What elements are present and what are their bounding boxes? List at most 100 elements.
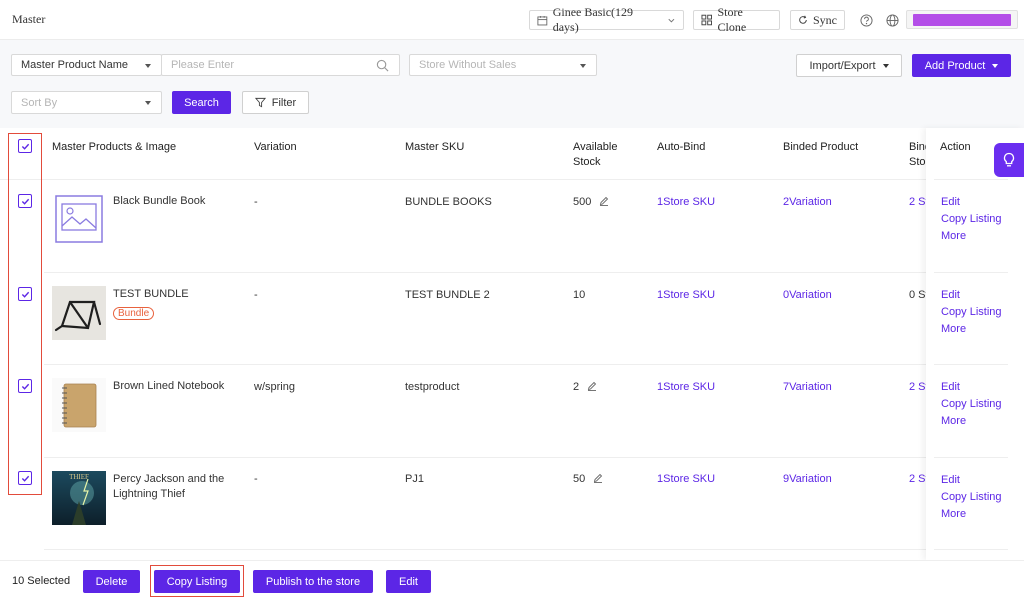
stock-value: 500 (573, 196, 592, 208)
plan-label: Ginee Basic(129 days) (552, 5, 634, 34)
bulk-delete-button[interactable]: Delete (83, 570, 140, 593)
product-image-bike-frame[interactable] (52, 286, 106, 340)
language-globe-icon[interactable] (884, 12, 900, 28)
product-image-notebook[interactable] (52, 378, 106, 432)
add-product-label: Add Product (924, 59, 986, 72)
publish-to-store-label: Publish to the store (265, 575, 361, 588)
product-name: Brown Lined Notebook (113, 380, 225, 392)
col-header-autobind: Auto-Bind (657, 141, 706, 153)
product-name-select[interactable]: Master Product Name (11, 54, 162, 76)
product-name: Black Bundle Book (113, 195, 206, 207)
row-copy-listing-link[interactable]: Copy Listing (941, 398, 1002, 410)
bundle-badge-label: Bundle (113, 307, 155, 320)
row-more-link[interactable]: More (941, 323, 966, 335)
bulk-copy-listing-label: Copy Listing (166, 575, 228, 588)
user-name-redacted (913, 14, 1011, 26)
autobind-link[interactable]: 1Store SKU (657, 381, 715, 393)
col-header-binded: Binded Product (783, 141, 859, 153)
store-select-placeholder: Store Without Sales (419, 59, 517, 71)
row-copy-listing-link[interactable]: Copy Listing (941, 306, 1002, 318)
caret-down-icon (145, 64, 151, 68)
binded-product-link[interactable]: 9Variation (783, 473, 832, 485)
stock-cell: 2 (573, 381, 597, 393)
col-header-variation: Variation (254, 141, 297, 153)
search-button-label: Search (184, 96, 219, 109)
action-row-divider (934, 272, 1008, 273)
row-edit-link[interactable]: Edit (941, 196, 960, 208)
search-placeholder: Please Enter (171, 59, 234, 71)
row-more-link[interactable]: More (941, 230, 966, 242)
stock-value: 10 (573, 289, 586, 301)
caret-down-icon (580, 64, 586, 68)
user-account[interactable] (906, 10, 1018, 29)
store-select[interactable]: Store Without Sales (409, 54, 597, 76)
product-name: Percy Jackson and the Lightning Thief (113, 472, 224, 502)
sku-value: BUNDLE BOOKS (405, 196, 492, 208)
stock-value: 2 (573, 381, 580, 393)
page-title: Master (12, 12, 46, 26)
row-edit-link[interactable]: Edit (941, 381, 960, 393)
action-row-divider (934, 364, 1008, 365)
product-image-placeholder[interactable] (52, 192, 106, 246)
row-edit-link[interactable]: Edit (941, 289, 960, 301)
edit-pencil-icon[interactable] (599, 196, 609, 206)
sync-button[interactable]: Sync (790, 10, 845, 30)
plan-selector[interactable]: Ginee Basic(129 days) (529, 5, 684, 34)
tips-button[interactable] (994, 143, 1024, 177)
row-more-link[interactable]: More (941, 508, 966, 520)
publish-to-store-button[interactable]: Publish to the store (253, 570, 373, 593)
col-header-stock-line2: Stock (573, 156, 601, 168)
sort-by-select[interactable]: Sort By (11, 91, 162, 114)
autobind-link[interactable]: 1Store SKU (657, 196, 715, 208)
calendar-icon (537, 15, 548, 25)
action-row-divider (934, 457, 1008, 458)
bundle-badge: Bundle (113, 307, 155, 320)
edit-pencil-icon[interactable] (587, 381, 597, 391)
search-input[interactable]: Please Enter (161, 54, 400, 76)
filter-button-label: Filter (271, 96, 297, 109)
selected-count: 10 Selected (12, 575, 71, 587)
header-divider (0, 179, 926, 180)
book-cover-text: THIEF (69, 473, 89, 481)
row-copy-listing-link[interactable]: Copy Listing (941, 491, 1002, 503)
stock-cell: 500 (573, 196, 609, 208)
row-more-link[interactable]: More (941, 415, 966, 427)
row-copy-listing-link[interactable]: Copy Listing (941, 213, 1002, 225)
bulk-edit-button[interactable]: Edit (386, 570, 431, 593)
checkbox-column-highlight (8, 133, 42, 495)
search-button[interactable]: Search (172, 91, 231, 114)
store-clone-button[interactable]: Store Clone (693, 5, 780, 34)
chevron-down-icon (668, 18, 675, 23)
col-header-stock-line1: Available (573, 141, 618, 153)
binded-product-link[interactable]: 0Variation (783, 289, 832, 301)
add-product-button[interactable]: Add Product (912, 54, 1011, 77)
stock-cell: 50 (573, 473, 603, 485)
autobind-link[interactable]: 1Store SKU (657, 289, 715, 301)
binded-product-link[interactable]: 7Variation (783, 381, 832, 393)
caret-down-icon (145, 101, 151, 105)
col-header-sku: Master SKU (405, 141, 465, 153)
action-header-divider (934, 179, 1008, 180)
sort-by-placeholder: Sort By (21, 96, 58, 109)
sku-value: PJ1 (405, 473, 424, 485)
autobind-link[interactable]: 1Store SKU (657, 473, 715, 485)
product-name-line2: Lightning Thief (113, 488, 185, 500)
product-name-select-value: Master Product Name (21, 59, 128, 71)
store-clone-label: Store Clone (717, 5, 747, 34)
sku-value: testproduct (405, 381, 460, 393)
caret-down-icon (882, 63, 889, 68)
filter-button[interactable]: Filter (242, 91, 309, 114)
binded-product-link[interactable]: 2Variation (783, 196, 832, 208)
bulk-copy-listing-button[interactable]: Copy Listing (154, 570, 240, 593)
product-image-book-cover[interactable]: THIEF (52, 471, 106, 525)
sync-label: Sync (813, 12, 837, 27)
import-export-button[interactable]: Import/Export (796, 54, 902, 77)
lightbulb-icon (1003, 152, 1015, 167)
sync-icon (799, 15, 807, 24)
variation-value: w/spring (254, 381, 295, 393)
help-icon[interactable] (858, 12, 874, 28)
variation-value: - (254, 196, 258, 208)
edit-pencil-icon[interactable] (593, 473, 603, 483)
row-edit-link[interactable]: Edit (941, 474, 960, 486)
row-divider (44, 272, 926, 273)
